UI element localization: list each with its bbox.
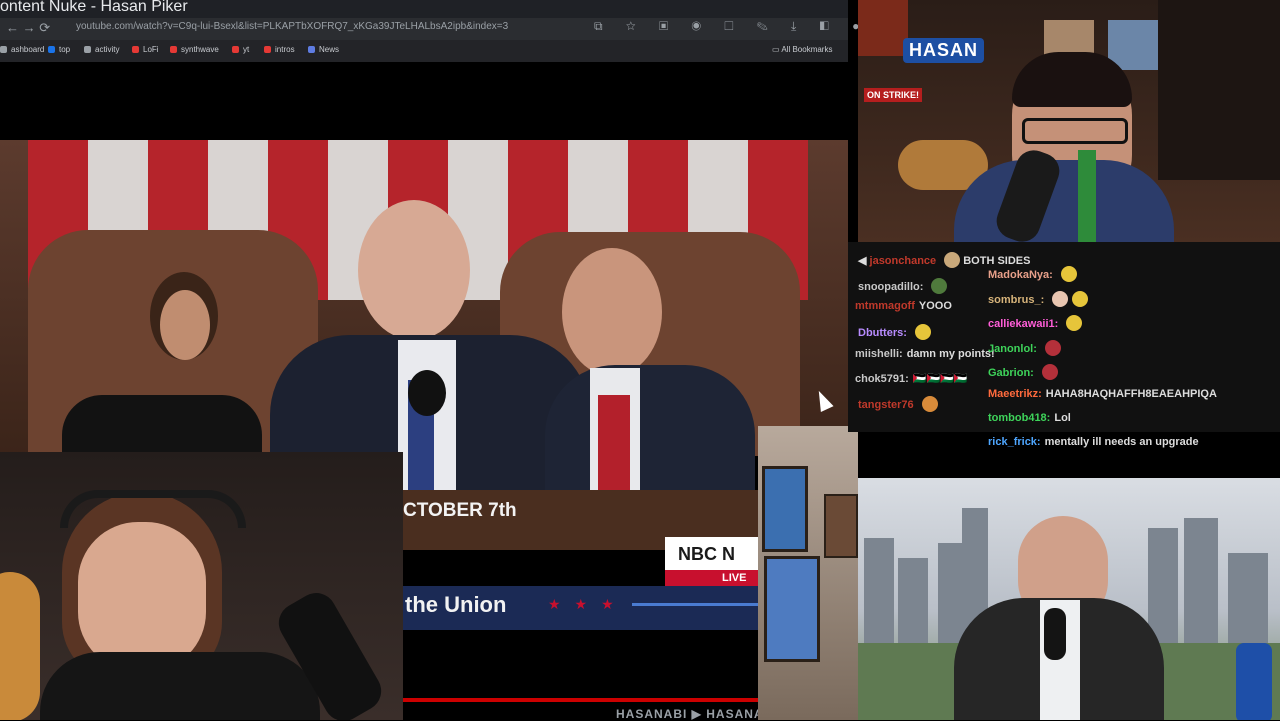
skyline-building bbox=[898, 558, 928, 648]
news-lower-third-text: the Union bbox=[405, 592, 507, 617]
bookmark-icon bbox=[264, 46, 271, 53]
folder-icon: ▭ bbox=[772, 45, 782, 54]
microphone-icon bbox=[408, 370, 446, 416]
person-right-tie bbox=[598, 395, 630, 500]
headphones-icon bbox=[60, 490, 246, 528]
nbc-label: NBC N bbox=[678, 544, 735, 564]
bookmark-icon bbox=[48, 46, 55, 53]
hasan-logo: HASAN bbox=[903, 38, 985, 63]
lower-third-stripe bbox=[632, 603, 758, 606]
bookmark-icon bbox=[132, 46, 139, 53]
scarf bbox=[1078, 150, 1096, 242]
emote-icon bbox=[1044, 340, 1061, 356]
bookmarks-bar bbox=[0, 40, 848, 62]
emote-icon bbox=[1052, 291, 1069, 307]
emote-icon bbox=[914, 324, 931, 340]
bookmark-icon bbox=[0, 46, 7, 53]
chat-message: tombob418: Lol bbox=[988, 412, 1071, 424]
chat-message: MadokaNya: bbox=[988, 266, 1077, 282]
chat-message: Janonlol: bbox=[988, 340, 1061, 356]
chat-message: Maeetrikz: HAHA8HAQHAFFH8EAEAHPIQA bbox=[988, 388, 1217, 400]
chat-message: mtmmagoff YOOO bbox=[855, 300, 952, 312]
person-right-face bbox=[562, 248, 662, 376]
bookmark-lofi[interactable]: LoFi bbox=[132, 45, 159, 54]
channel-watermark: HASANABI ▶ HASANABI bbox=[616, 707, 778, 721]
toolbar-icons[interactable]: ⧉ ☆ ▣ ◉ ☐ ✎ ⤓ ◧ ● ⋮ bbox=[594, 19, 896, 34]
bottle bbox=[1236, 643, 1272, 720]
chat-message: sombrus_: bbox=[988, 291, 1089, 307]
bookmark-icon bbox=[84, 46, 91, 53]
emote-icon bbox=[944, 252, 961, 268]
shelf bbox=[1158, 0, 1280, 180]
url-text[interactable]: youtube.com/watch?v=C9q-lui-Bsexl&list=P… bbox=[76, 21, 508, 32]
skyline-building bbox=[1228, 553, 1268, 648]
streamer-shirt bbox=[40, 652, 320, 720]
emote-icon bbox=[1041, 364, 1058, 380]
chat-message: snoopadillo: bbox=[858, 278, 948, 294]
strike-sign: ON STRIKE! bbox=[864, 88, 923, 102]
bookmark-activity[interactable]: activity bbox=[84, 45, 119, 54]
chat-message: miishelli: damn my points! bbox=[855, 348, 995, 360]
streamer-cam-bottom-left bbox=[0, 452, 403, 720]
skyline-building bbox=[1184, 518, 1218, 648]
plush-toy bbox=[0, 572, 40, 720]
bookmark-news[interactable]: News bbox=[308, 45, 339, 54]
streamer-shirt bbox=[954, 160, 1174, 242]
chat-message: rick_frick: mentally ill needs an upgrade bbox=[988, 436, 1199, 448]
microphone-icon bbox=[1044, 608, 1066, 660]
all-bookmarks-button[interactable]: ▭ All Bookmarks bbox=[772, 45, 832, 54]
bookmark-icon bbox=[308, 46, 315, 53]
skyline-building bbox=[864, 538, 894, 648]
chat-message: tangster76 bbox=[858, 396, 938, 412]
glasses-icon bbox=[1022, 118, 1128, 144]
bookmark-icon bbox=[170, 46, 177, 53]
person-right-body bbox=[545, 365, 755, 500]
news-date-text: CTOBER 7th bbox=[403, 500, 517, 521]
live-label: LIVE bbox=[722, 572, 747, 584]
person-center-face bbox=[358, 200, 470, 340]
bookmark-synthwave[interactable]: synthwave bbox=[170, 45, 219, 54]
bookmark-yt[interactable]: yt bbox=[232, 45, 249, 54]
bookmark-icon bbox=[232, 46, 239, 53]
chat-message: Dbutters: bbox=[858, 324, 931, 340]
wall-poster bbox=[858, 0, 908, 56]
navigation-icons[interactable]: ← → ⟳ bbox=[6, 20, 50, 36]
person-left-body bbox=[62, 395, 262, 455]
emote-icon bbox=[1072, 291, 1089, 307]
chat-message: calliekawaii1: bbox=[988, 315, 1083, 331]
streamer-face bbox=[78, 522, 206, 672]
star-icons: ★★★ bbox=[548, 596, 628, 612]
emote-icon bbox=[1066, 315, 1083, 331]
emote-icon bbox=[921, 396, 938, 412]
streamer-cam-bottom-right bbox=[858, 478, 1280, 720]
bookmark-intros[interactable]: intros bbox=[264, 45, 295, 54]
person-left-face bbox=[160, 290, 210, 360]
streamer-cam-top-right bbox=[858, 0, 1280, 242]
room-background bbox=[758, 426, 858, 720]
wall-poster bbox=[764, 556, 820, 662]
bookmark-top[interactable]: top bbox=[48, 45, 70, 54]
wall-poster bbox=[824, 494, 858, 558]
wall-poster bbox=[762, 466, 808, 552]
tab-title[interactable]: ontent Nuke - Hasan Piker bbox=[0, 0, 188, 16]
chat-message: Gabrion: bbox=[988, 364, 1058, 380]
emote-icon bbox=[931, 278, 948, 294]
emote-icon bbox=[1060, 266, 1077, 282]
chat-message: chok5791: 🇵🇸🇵🇸🇵🇸🇵🇸 bbox=[855, 373, 968, 385]
bookmark-dashboard[interactable]: ashboard bbox=[0, 45, 44, 54]
speaker-icon: ◀ bbox=[858, 255, 870, 267]
